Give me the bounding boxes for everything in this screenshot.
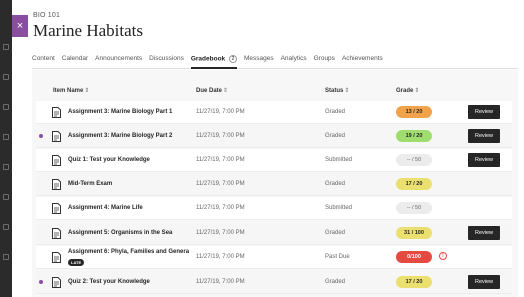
late-badge: LATE [68, 259, 85, 266]
gradebook-count-badge: 2 [228, 55, 237, 63]
status-text: Submitted [325, 205, 353, 211]
tab-discussions[interactable]: Discussions [149, 51, 184, 69]
status-text: Graded [325, 109, 346, 115]
sort-icon: ⇕ [223, 88, 229, 94]
grade-pill: 19 / 20 [396, 130, 432, 142]
status-text: Graded [325, 279, 346, 285]
due-date: 11/27/19, 7:00 PM [196, 133, 245, 139]
due-date: 11/27/19, 7:00 PM [196, 279, 245, 285]
profile-icon[interactable] [3, 74, 9, 80]
review-button[interactable]: Review [468, 275, 500, 289]
course-header: BIO 101 Marine Habitats [33, 12, 143, 41]
item-name[interactable]: Assignment 5: Organisms in the Sea [68, 230, 172, 236]
close-course-button[interactable]: × [12, 15, 28, 37]
grade-pill: 0/100 [396, 251, 432, 263]
grades-icon[interactable] [3, 164, 9, 170]
item-name[interactable]: Quiz 1: Test your Knowledge [68, 157, 150, 163]
home-icon[interactable] [3, 44, 9, 50]
due-date: 11/27/19, 7:00 PM [196, 205, 245, 211]
calendar-icon[interactable] [3, 104, 9, 110]
table-row[interactable]: Assignment 3: Marine Biology Part 1 11/2… [36, 101, 512, 124]
tab-announcements[interactable]: Announcements [95, 51, 142, 69]
status-text: Graded [325, 181, 346, 187]
document-icon [52, 131, 61, 142]
review-button[interactable]: Review [468, 226, 500, 240]
item-name[interactable]: Mid-Term Exam [68, 181, 112, 187]
page-title: Marine Habitats [33, 21, 143, 40]
item-name[interactable]: Assignment 6: Phyla, Families and Genera [68, 249, 189, 255]
due-date: 11/27/19, 7:00 PM [196, 157, 245, 163]
table-row[interactable]: Assignment 4: Marine Life 11/27/19, 7:00… [36, 197, 512, 220]
tab-calendar[interactable]: Calendar [62, 51, 88, 69]
document-icon [52, 277, 61, 288]
grade-pill: 13 / 20 [396, 106, 432, 118]
column-label: Grade [396, 88, 414, 94]
global-nav-rail [0, 0, 12, 297]
sort-icon: ⇕ [414, 88, 420, 94]
sort-icon: ⇕ [84, 88, 90, 94]
status-text: Graded [325, 133, 346, 139]
new-activity-dot [39, 280, 43, 284]
tab-gradebook-label: Gradebook [190, 55, 226, 63]
grade-pill: -- / 50 [396, 154, 432, 166]
status-text: Submitted [325, 157, 353, 163]
alert-icon[interactable]: ! [439, 252, 447, 260]
item-name[interactable]: Quiz 2: Test your Knowledge [68, 279, 150, 285]
sort-icon: ⇕ [344, 88, 350, 94]
review-button[interactable]: Review [468, 129, 500, 143]
review-button[interactable]: Review [468, 153, 500, 167]
tools-icon[interactable] [3, 194, 9, 200]
table-row[interactable]: Assignment 5: Organisms in the Sea 11/27… [36, 222, 512, 245]
due-date: 11/27/19, 7:00 PM [196, 230, 245, 236]
help-icon[interactable] [3, 224, 9, 230]
column-label: Due Date [196, 88, 223, 94]
due-date: 11/27/19, 7:00 PM [196, 109, 245, 115]
due-date: 11/27/19, 7:00 PM [196, 254, 245, 260]
column-header-item-name[interactable]: Item Name⇕ [53, 87, 89, 94]
table-row[interactable]: Assignment 6: Phyla, Families and Genera… [36, 246, 512, 269]
document-icon [52, 203, 61, 214]
document-icon [52, 155, 61, 166]
document-icon [52, 179, 61, 190]
grade-pill: 31 / 100 [396, 227, 432, 239]
item-name[interactable]: Assignment 3: Marine Biology Part 2 [68, 133, 172, 139]
table-row[interactable]: Quiz 2: Test your Knowledge 11/27/19, 7:… [36, 271, 512, 294]
tab-gradebook[interactable]: Gradebook 2 [190, 51, 237, 69]
course-code: BIO 101 [33, 12, 61, 19]
tab-messages[interactable]: Messages [244, 51, 274, 69]
tab-groups[interactable]: Groups [314, 51, 335, 69]
column-header-status[interactable]: Status⇕ [325, 87, 349, 94]
column-label: Item Name [53, 88, 84, 94]
table-row[interactable]: Quiz 1: Test your Knowledge 11/27/19, 7:… [36, 149, 512, 172]
column-label: Status [325, 88, 344, 94]
column-header-grade[interactable]: Grade⇕ [396, 87, 419, 94]
document-icon [52, 252, 61, 263]
course-tabs: Content Calendar Announcements Discussio… [32, 51, 518, 69]
grade-pill: 17 / 20 [396, 276, 432, 288]
status-text: Graded [325, 230, 346, 236]
table-row[interactable]: Mid-Term Exam 11/27/19, 7:00 PM Graded 1… [36, 173, 512, 196]
tab-content[interactable]: Content [32, 51, 55, 69]
messages-icon[interactable] [3, 134, 9, 140]
signout-icon[interactable] [3, 254, 9, 260]
new-activity-dot [39, 134, 43, 138]
document-icon [52, 228, 61, 239]
column-header-due-date[interactable]: Due Date⇕ [196, 87, 228, 94]
table-row[interactable]: Assignment 3: Marine Biology Part 2 11/2… [36, 125, 512, 148]
tab-achievements[interactable]: Achievements [342, 51, 383, 69]
close-icon: × [16, 20, 24, 32]
tab-analytics[interactable]: Analytics [281, 51, 307, 69]
status-text: Past Due [325, 254, 350, 260]
due-date: 11/27/19, 7:00 PM [196, 181, 245, 187]
review-button[interactable]: Review [468, 105, 500, 119]
document-icon [52, 107, 61, 118]
grade-pill: -- / 50 [396, 202, 432, 214]
item-name[interactable]: Assignment 3: Marine Biology Part 1 [68, 109, 172, 115]
item-name[interactable]: Assignment 4: Marine Life [68, 205, 143, 211]
grade-pill: 17 / 20 [396, 178, 432, 190]
